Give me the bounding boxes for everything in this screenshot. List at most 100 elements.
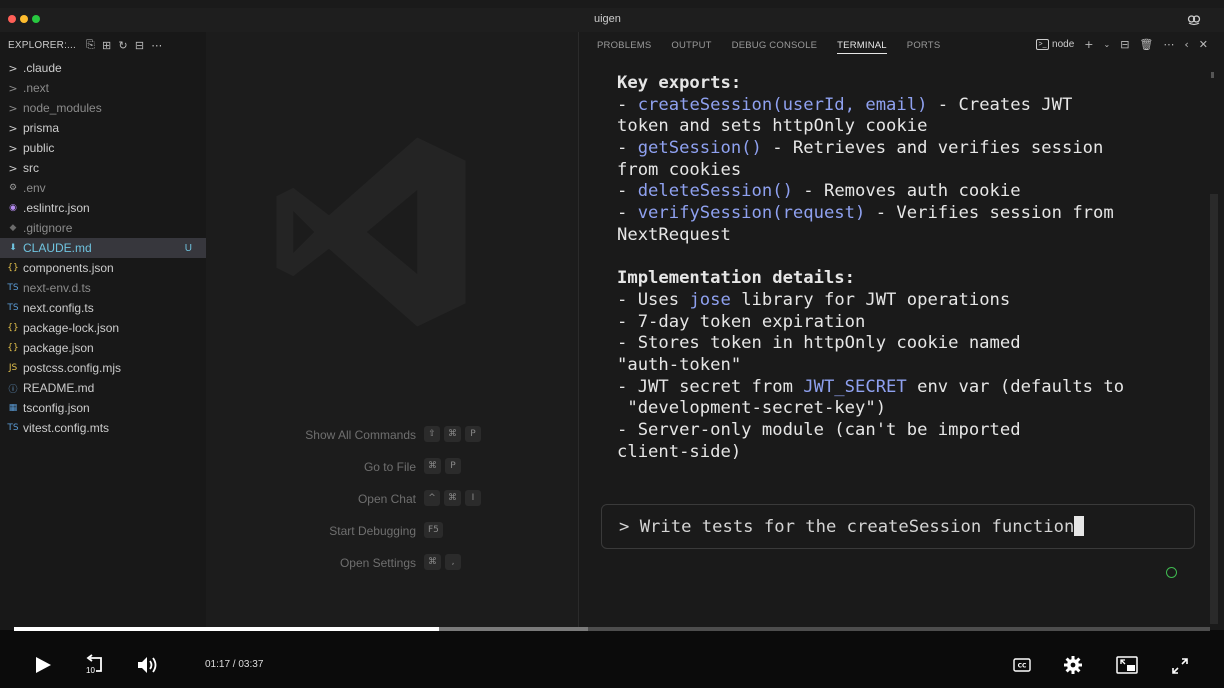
terminal-text: library for JWT operations xyxy=(730,289,1011,310)
terminal-text: - Verifies session from xyxy=(865,203,1114,224)
terminal-text: - Creates JWT xyxy=(927,94,1073,115)
file-label: .gitignore xyxy=(23,221,73,235)
play-icon[interactable] xyxy=(34,656,52,674)
split-terminal-icon[interactable]: ⊟ xyxy=(1120,38,1129,51)
file-label: CLAUDE.md xyxy=(23,241,92,255)
file-item[interactable]: TS next-env.d.ts xyxy=(0,278,206,298)
maximize-window-button[interactable] xyxy=(32,15,40,23)
fullscreen-icon[interactable] xyxy=(1171,657,1189,675)
file-item[interactable]: {} components.json xyxy=(0,258,206,278)
tab-problems[interactable]: PROBLEMS xyxy=(597,32,651,58)
file-item[interactable]: JS postcss.config.mjs xyxy=(0,358,206,378)
javascript-icon: JS xyxy=(8,363,18,373)
file-item[interactable]: ◉ .eslintrc.json xyxy=(0,198,206,218)
tab-terminal[interactable]: TERMINAL xyxy=(837,32,887,58)
typescript-icon: TS xyxy=(7,423,19,433)
scrollbar-marker xyxy=(1211,72,1214,78)
terminal-line: Implementation details: xyxy=(617,268,1124,290)
key-cap: P xyxy=(465,426,481,442)
file-label: .env xyxy=(23,181,46,195)
file-label: next-env.d.ts xyxy=(23,281,91,295)
terminal-selector[interactable]: >_ node xyxy=(1036,39,1074,50)
terminal-line: - Server-only module (can't be imported xyxy=(617,420,1124,442)
shortcut-keys: ⌘ P xyxy=(424,458,461,474)
terminal-line: "development-secret-key") xyxy=(617,398,1124,420)
terminal-line: - JWT secret from JWT_SECRET env var (de… xyxy=(617,377,1124,399)
folder-item[interactable]: > .claude xyxy=(0,58,206,78)
terminal-line: "auth-token" xyxy=(617,355,1124,377)
settings-gear-icon[interactable] xyxy=(1063,655,1083,675)
new-folder-icon[interactable]: ⊞ xyxy=(102,39,111,52)
copilot-icon[interactable] xyxy=(1186,11,1202,27)
chevron-left-icon[interactable]: ‹ xyxy=(1184,38,1188,51)
file-item[interactable]: {} package-lock.json xyxy=(0,318,206,338)
minimize-window-button[interactable] xyxy=(20,15,28,23)
shortcut-keys: ^ ⌘ I xyxy=(424,490,481,506)
explorer-header: EXPLORER:... ⎘ ⊞ ↻ ⊟ ⋯ xyxy=(0,32,206,58)
eslint-icon: ◉ xyxy=(9,203,17,213)
markdown-icon: ⬇ xyxy=(9,243,17,253)
file-label: package-lock.json xyxy=(23,321,120,335)
folder-item[interactable]: > node_modules xyxy=(0,98,206,118)
file-item[interactable]: TS vitest.config.mts xyxy=(0,418,206,438)
shortcut-label: Go to File xyxy=(363,460,416,474)
terminal-icon: >_ xyxy=(1036,39,1050,50)
folder-item[interactable]: > public xyxy=(0,138,206,158)
folder-item[interactable]: > src xyxy=(0,158,206,178)
time-display: 01:17 / 03:37 xyxy=(205,659,264,670)
file-item[interactable]: ◆ .gitignore xyxy=(0,218,206,238)
captions-icon[interactable]: CC xyxy=(1013,658,1031,672)
more-actions-icon[interactable]: ⋯ xyxy=(151,39,162,52)
progress-bar[interactable] xyxy=(14,627,1210,631)
file-item[interactable]: ⚙ .env xyxy=(0,178,206,198)
terminal-text: - 7-day token expiration xyxy=(617,311,866,332)
tab-output[interactable]: OUTPUT xyxy=(671,32,711,58)
file-label: tsconfig.json xyxy=(23,401,90,415)
refresh-icon[interactable]: ↻ xyxy=(118,39,127,52)
folder-item[interactable]: > prisma xyxy=(0,118,206,138)
shortcut-hints: Show All Commands ⇧ ⌘ P Go to File ⌘ P Open Cha… xyxy=(206,422,578,582)
panel-actions: >_ node + ⌄ ⊟ 🗑 ⋯ ‹ ✕ xyxy=(1036,38,1208,51)
code-identifier: jose xyxy=(689,289,731,310)
prompt-text: > Write tests for the createSession func… xyxy=(619,517,1075,537)
shortcut-label: Start Debugging xyxy=(329,524,416,538)
new-file-icon[interactable]: ⎘ xyxy=(86,39,95,52)
prompt-input[interactable]: > Write tests for the createSession func… xyxy=(601,504,1195,549)
file-item[interactable]: ▦ tsconfig.json xyxy=(0,398,206,418)
terminal-line: - deleteSession() - Removes auth cookie xyxy=(617,181,1124,203)
terminal-text: env var (defaults to xyxy=(906,376,1125,397)
tab-debug-console[interactable]: DEBUG CONSOLE xyxy=(732,32,817,58)
chevron-right-icon: > xyxy=(8,81,18,95)
file-item[interactable]: {} package.json xyxy=(0,338,206,358)
more-icon[interactable]: ⋯ xyxy=(1163,38,1174,51)
close-window-button[interactable] xyxy=(8,15,16,23)
code-identifier: JWT_SECRET xyxy=(803,376,907,397)
terminal-line: - Uses jose library for JWT operations xyxy=(617,290,1124,312)
section-heading: Key exports: xyxy=(617,73,742,93)
volume-icon[interactable] xyxy=(137,655,159,675)
shortcut-keys: F5 xyxy=(424,522,443,538)
json-icon: {} xyxy=(7,263,19,273)
miniplayer-icon[interactable] xyxy=(1116,656,1138,674)
close-panel-icon[interactable]: ✕ xyxy=(1199,38,1208,51)
folder-item[interactable]: > .next xyxy=(0,78,206,98)
trash-icon[interactable]: 🗑 xyxy=(1139,38,1153,51)
chevron-down-icon[interactable]: ⌄ xyxy=(1103,40,1110,49)
terminal-scrollbar[interactable] xyxy=(1210,194,1218,624)
terminal-text: - xyxy=(617,138,638,159)
file-label: src xyxy=(23,161,39,175)
file-label: .claude xyxy=(23,61,62,75)
file-item[interactable]: TS next.config.ts xyxy=(0,298,206,318)
collapse-all-icon[interactable]: ⊟ xyxy=(135,39,144,52)
file-label: package.json xyxy=(23,341,94,355)
add-terminal-icon[interactable]: + xyxy=(1084,38,1093,51)
file-label: components.json xyxy=(23,261,114,275)
tab-ports[interactable]: PORTS xyxy=(907,32,941,58)
rewind-10-button[interactable]: 10 xyxy=(84,654,106,676)
shortcut-row: Show All Commands ⇧ ⌘ P xyxy=(206,422,578,454)
terminal-text: from cookies xyxy=(617,159,742,180)
file-item[interactable]: ⬇ CLAUDE.md U xyxy=(0,238,206,258)
svg-text:CC: CC xyxy=(1018,663,1027,670)
file-item[interactable]: ⓘ README.md xyxy=(0,378,206,398)
